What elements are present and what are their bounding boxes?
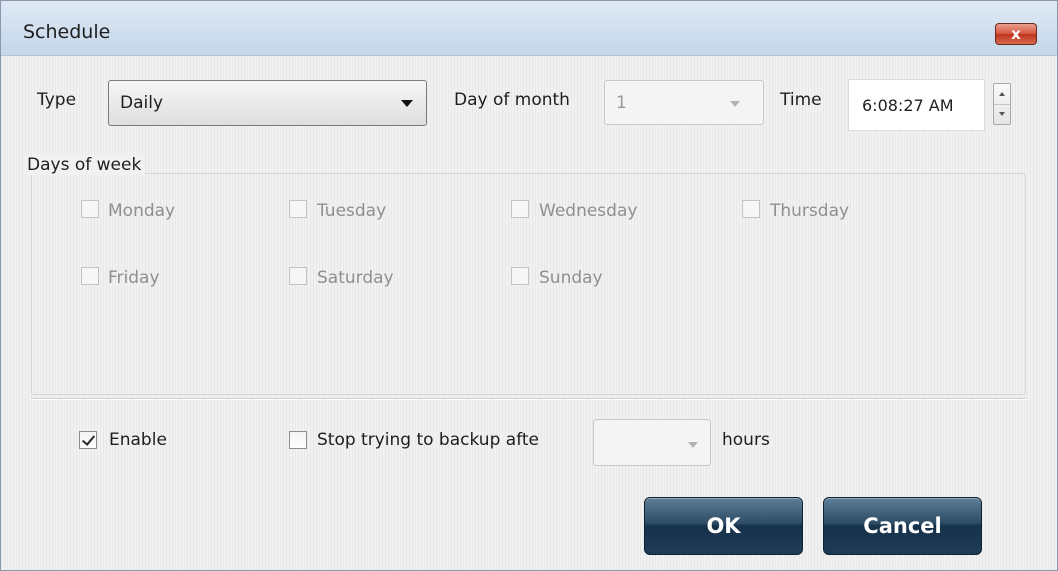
arrow-up-icon — [999, 92, 1005, 96]
day-of-month-value: 1 — [616, 93, 627, 113]
close-button[interactable]: x — [995, 23, 1037, 45]
title-bar[interactable]: Schedule x — [1, 1, 1057, 56]
hours-label: hours — [722, 430, 770, 450]
label-tuesday: Tuesday — [317, 201, 387, 221]
label-wednesday: Wednesday — [539, 201, 638, 221]
checkbox-sunday[interactable] — [511, 267, 529, 285]
type-label: Type — [37, 90, 77, 110]
hours-select[interactable] — [593, 419, 711, 466]
checkmark-icon — [81, 432, 96, 446]
type-select[interactable]: Daily — [108, 80, 427, 126]
label-sunday: Sunday — [539, 268, 603, 288]
checkbox-friday[interactable] — [81, 267, 99, 285]
cancel-button[interactable]: Cancel — [823, 497, 982, 555]
label-monday: Monday — [108, 201, 176, 221]
checkbox-thursday[interactable] — [742, 200, 760, 218]
ok-button[interactable]: OK — [644, 497, 803, 555]
time-input[interactable]: 6:08:27 AM — [848, 79, 985, 131]
arrow-down-icon — [999, 112, 1005, 116]
checkbox-stop-trying[interactable] — [289, 431, 307, 449]
day-of-month-label: Day of month — [454, 90, 570, 110]
checkbox-enable[interactable] — [79, 431, 97, 449]
time-value: 6:08:27 AM — [862, 96, 954, 115]
label-enable: Enable — [109, 430, 167, 450]
day-of-month-select[interactable]: 1 — [604, 80, 764, 125]
label-stop-trying: Stop trying to backup afte — [317, 430, 540, 450]
label-friday: Friday — [108, 268, 160, 288]
type-select-value: Daily — [120, 93, 164, 113]
label-thursday: Thursday — [770, 201, 850, 221]
checkbox-wednesday[interactable] — [511, 200, 529, 218]
days-of-week-title: Days of week — [25, 155, 146, 175]
dialog-title: Schedule — [23, 21, 111, 43]
checkbox-tuesday[interactable] — [289, 200, 307, 218]
checkbox-monday[interactable] — [81, 200, 99, 218]
checkbox-saturday[interactable] — [289, 267, 307, 285]
dropdown-arrow-icon — [401, 100, 413, 107]
dropdown-arrow-icon — [688, 442, 698, 448]
dropdown-arrow-icon — [730, 101, 740, 107]
schedule-dialog: Schedule x Type Daily Day of month 1 Tim… — [0, 0, 1058, 571]
time-spinner — [993, 83, 1011, 125]
close-icon: x — [1011, 25, 1021, 43]
time-label: Time — [780, 90, 822, 110]
label-saturday: Saturday — [317, 268, 394, 288]
spin-down-button[interactable] — [994, 104, 1010, 124]
separator — [31, 398, 1026, 400]
spin-up-button[interactable] — [994, 84, 1010, 105]
